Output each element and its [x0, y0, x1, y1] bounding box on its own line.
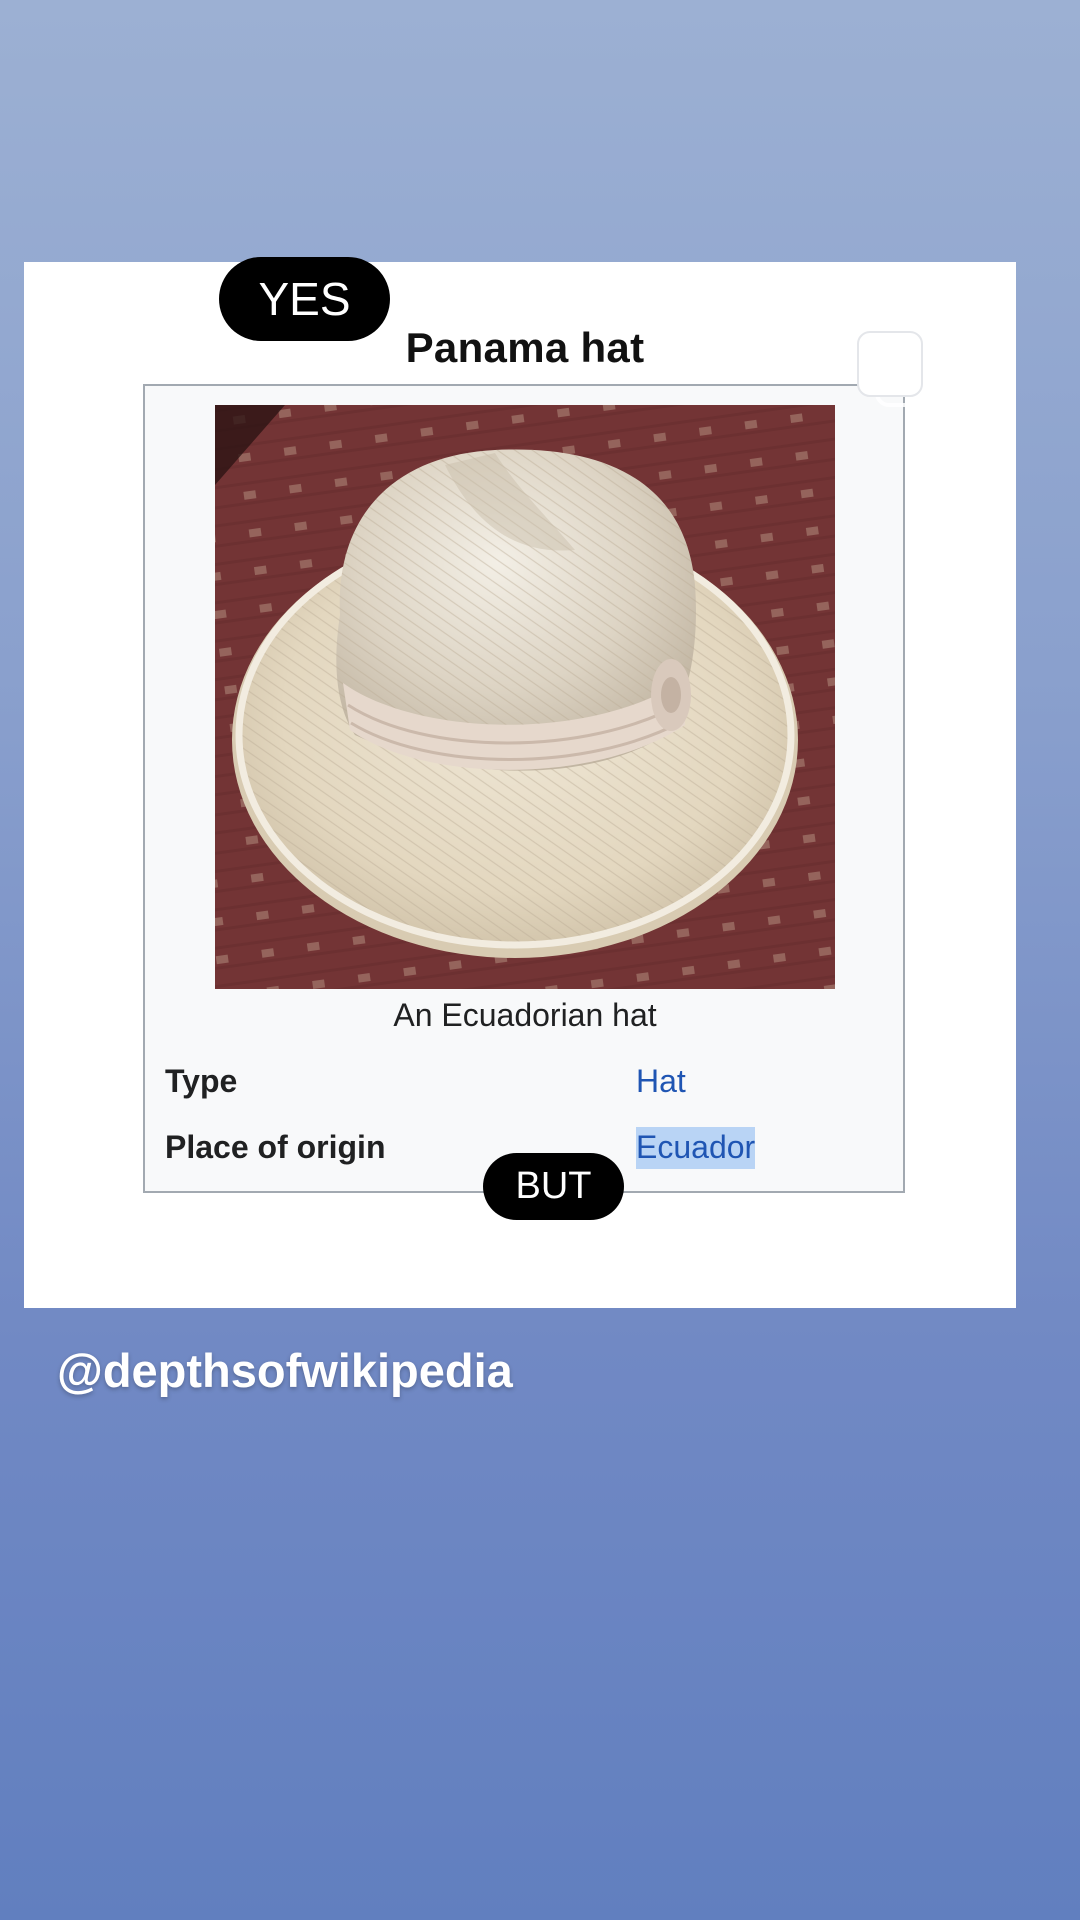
account-handle[interactable]: @depthsofwikipedia	[57, 1343, 513, 1398]
yes-sticker[interactable]: YES	[219, 257, 390, 341]
row-label-place-of-origin: Place of origin	[165, 1129, 386, 1165]
hat-photo	[215, 405, 835, 989]
copy-icon[interactable]	[855, 329, 945, 415]
row-label-type: Type	[165, 1063, 238, 1099]
image-caption: An Ecuadorian hat	[393, 997, 657, 1033]
row-value-place-of-origin-link[interactable]: Ecuador	[636, 1127, 756, 1169]
but-sticker[interactable]: BUT	[483, 1153, 624, 1220]
selected-text: Ecuador	[636, 1127, 756, 1169]
row-value-type-link[interactable]: Hat	[636, 1063, 686, 1100]
